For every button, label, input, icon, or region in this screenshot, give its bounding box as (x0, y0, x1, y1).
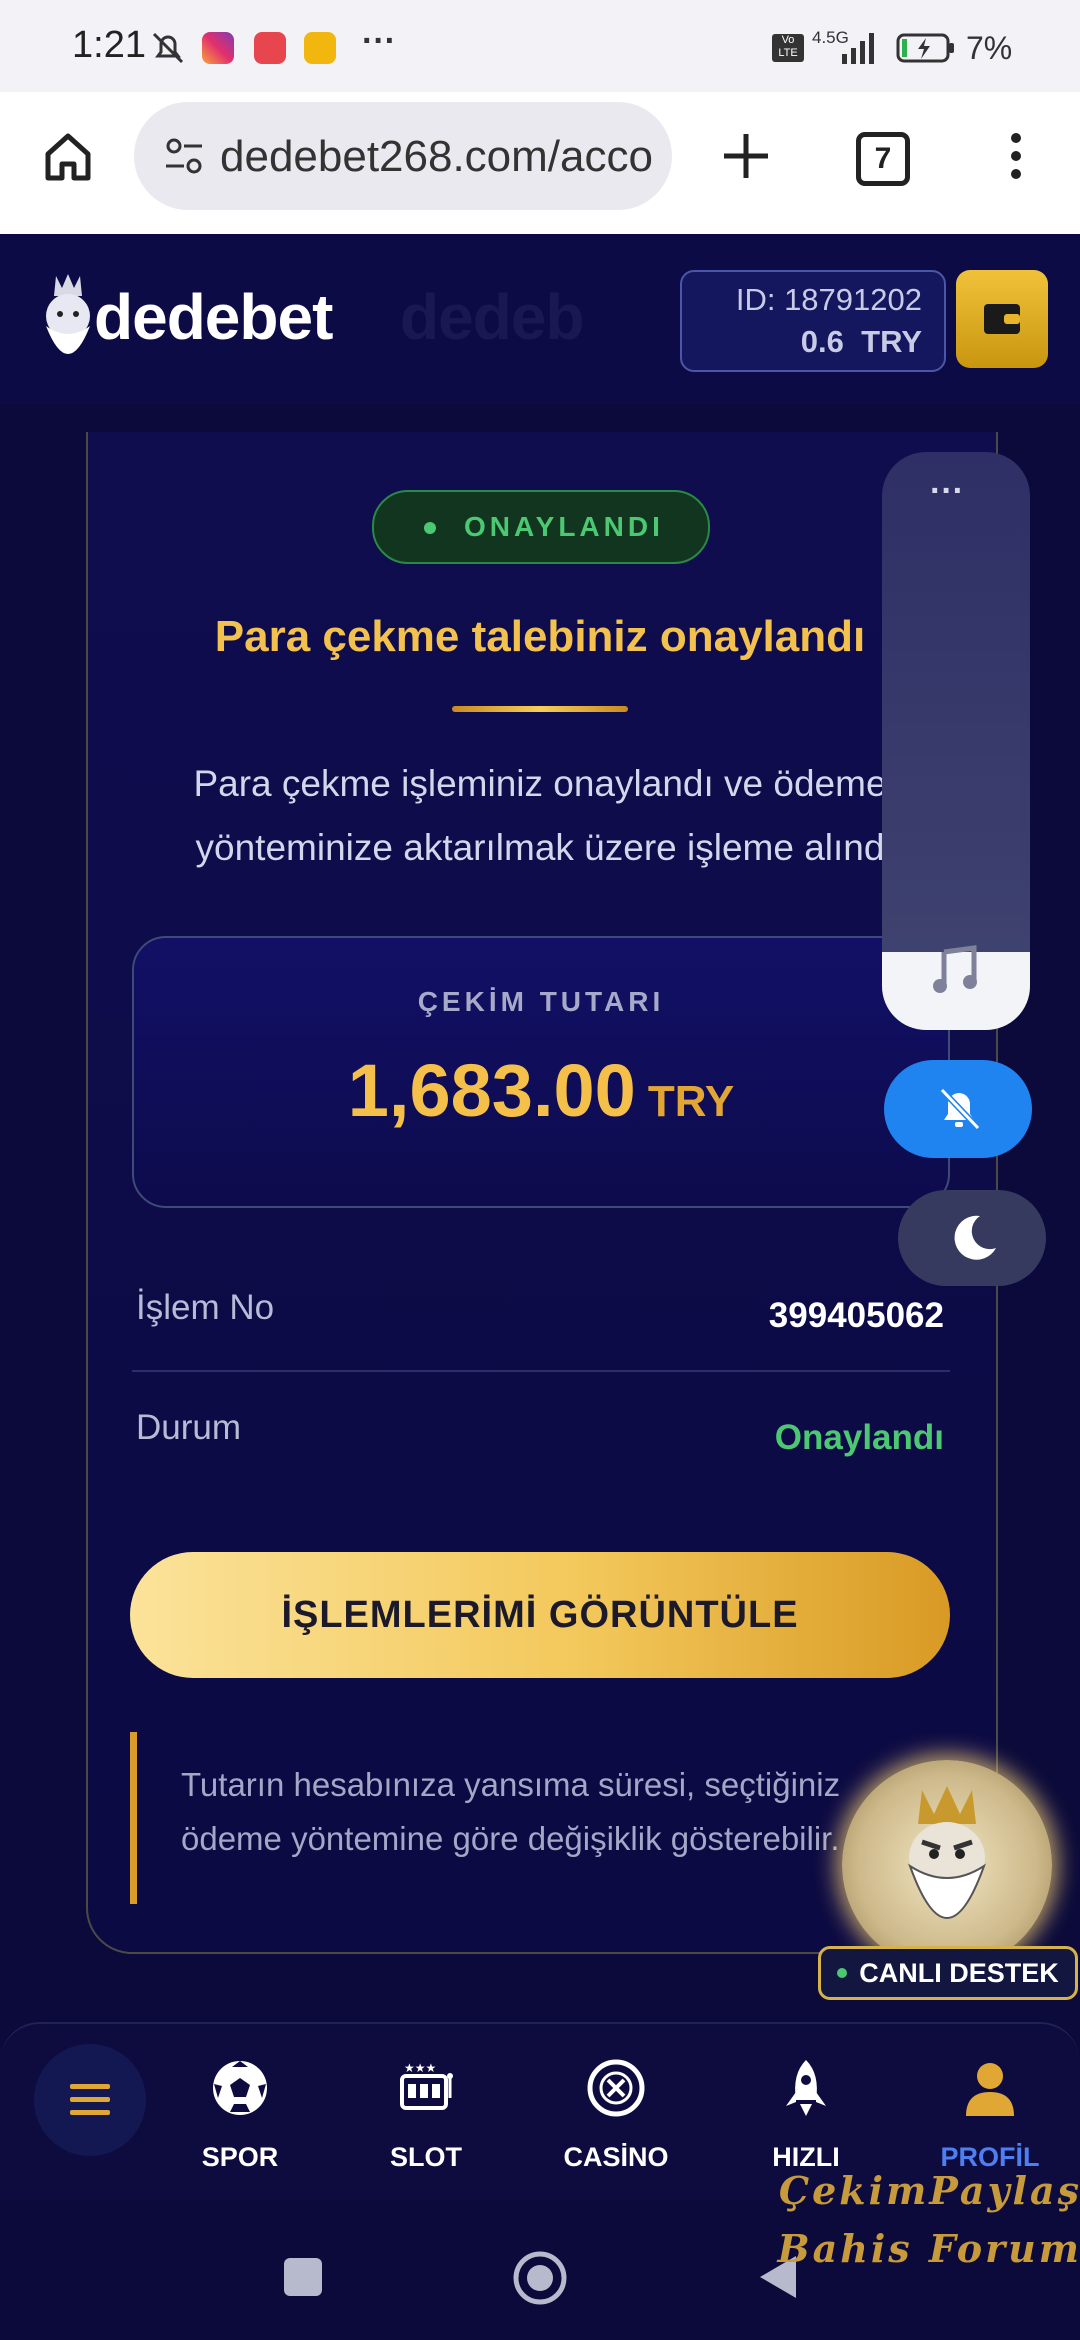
row-divider (132, 1370, 950, 1372)
account-id: ID: 18791202 (735, 282, 922, 317)
wallet-button[interactable] (956, 270, 1048, 368)
new-tab-icon[interactable] (718, 128, 774, 184)
site-settings-icon[interactable] (164, 136, 204, 176)
note-line: Tutarın hesabınıza yansıma süresi, seçti… (181, 1766, 841, 1803)
watermark-line: ÇekimPaylaş (778, 2168, 1080, 2213)
recents-button[interactable] (284, 2258, 322, 2296)
dark-mode-toggle-button[interactable] (898, 1190, 1046, 1286)
floating-side-panel[interactable]: ··· (882, 452, 1030, 1030)
transaction-no-label: İşlem No (136, 1288, 275, 1327)
transaction-no-value: 399405062 (768, 1296, 944, 1335)
browser-toolbar: dedebet268.com/acco 7 (0, 92, 1080, 234)
battery-charging-icon (896, 33, 954, 63)
url-text[interactable]: dedebet268.com/acco (220, 132, 660, 182)
live-support-widget[interactable]: CANLI DESTEK (818, 1760, 1080, 2000)
status-badge: ONAYLANDI (372, 490, 710, 564)
note-text: Tutarın hesabınıza yansıma süresi, seçti… (181, 1758, 881, 1866)
panel-more-icon[interactable]: ··· (930, 472, 964, 511)
instagram-icon (202, 32, 234, 64)
status-label: Durum (136, 1408, 242, 1447)
profile-icon (966, 2063, 1014, 2116)
status-dot-icon (424, 522, 436, 534)
rocket-icon (786, 2060, 826, 2116)
volte-icon: Vo LTE (772, 34, 804, 62)
logo-watermark: dedeb (400, 281, 584, 353)
forum-watermark: ÇekimPaylaş Bahis Forum (752, 2162, 1080, 2332)
balance-currency: TRY (861, 324, 922, 359)
svg-text:★★★: ★★★ (404, 2061, 436, 2075)
status-value: Onaylandı (774, 1418, 944, 1457)
slot-machine-icon: ★★★ (400, 2061, 453, 2110)
nav-label: SPOR (201, 2142, 279, 2172)
menu-button[interactable] (34, 2044, 146, 2156)
hamburger-icon (70, 2084, 110, 2115)
soccer-ball-icon (213, 2061, 267, 2115)
amount-display: 1,683.00 TRY (134, 1048, 948, 1133)
description: Para çekme işleminiz onaylandı ve ödeme … (150, 752, 930, 880)
amount-currency: TRY (647, 1077, 735, 1126)
wallet-icon (984, 304, 1020, 334)
badge-label: ONAYLANDI (464, 511, 664, 542)
nav-label: SLOT (390, 2142, 462, 2172)
account-balance: 0.6 TRY (801, 324, 922, 360)
more-menu-icon[interactable] (996, 128, 1036, 184)
casino-chip-icon (587, 2059, 645, 2117)
nav-item-spor[interactable]: SPOR (160, 2024, 320, 2202)
moon-icon (954, 1215, 996, 1260)
description-line: yönteminize aktarılmak üzere işleme alın… (195, 827, 885, 868)
watermark-line: Bahis Forum (777, 2226, 1080, 2271)
info-note: Tutarın hesabınıza yansıma süresi, seçti… (130, 1732, 877, 1904)
home-icon[interactable] (40, 128, 96, 184)
nav-item-casino[interactable]: CASİNO (536, 2024, 696, 2202)
notifications-toggle-button[interactable] (884, 1060, 1032, 1158)
signal-icon (842, 33, 874, 64)
app-icon (254, 32, 286, 64)
home-button[interactable] (512, 2250, 568, 2306)
online-dot-icon (837, 1968, 848, 1978)
note-line: ödeme yöntemine göre değişiklik göstereb… (181, 1820, 840, 1857)
battery-percent: 7% (966, 30, 1013, 66)
amount-label: ÇEKİM TUTARI (417, 986, 665, 1017)
amount-box: ÇEKİM TUTARI 1,683.00 TRY (132, 936, 950, 1208)
site-header: dedebet dedeb ID: 18791202 0.6 TRY (0, 234, 1080, 404)
status-bar: 1:21 ··· Vo LTE 4.5G 7% (0, 0, 1080, 92)
status-time: 1:21 (72, 24, 146, 66)
bell-off-icon (939, 1087, 981, 1131)
nav-label: CASİNO (563, 2142, 669, 2172)
amount-value: 1,683.00 (347, 1049, 636, 1132)
view-transactions-button[interactable]: İŞLEMLERİMİ GÖRÜNTÜLE (130, 1552, 950, 1678)
site-logo[interactable]: dedebet (94, 280, 333, 354)
support-label-button[interactable]: CANLI DESTEK (818, 1946, 1078, 2000)
more-notifications-icon: ··· (362, 22, 396, 60)
address-bar[interactable]: dedebet268.com/acco (134, 102, 672, 210)
description-line: Para çekme işleminiz onaylandı ve ödeme (193, 763, 887, 804)
music-note-icon[interactable] (930, 944, 982, 996)
logo-mascot-icon (46, 274, 90, 354)
page-title: Para çekme talebiniz onaylandı (214, 612, 866, 661)
bell-muted-icon (152, 32, 184, 64)
support-avatar[interactable] (842, 1760, 1052, 1970)
title-underline (452, 706, 628, 712)
nav-item-slot[interactable]: ★★★ SLOT (346, 2024, 506, 2202)
app-icon (304, 32, 336, 64)
tab-switcher-button[interactable]: 7 (856, 132, 910, 186)
account-box[interactable]: ID: 18791202 0.6 TRY (680, 270, 946, 372)
support-label: CANLI DESTEK (859, 1957, 1059, 1988)
mascot-avatar-icon (908, 1786, 986, 1919)
balance-value: 0.6 (800, 324, 844, 359)
